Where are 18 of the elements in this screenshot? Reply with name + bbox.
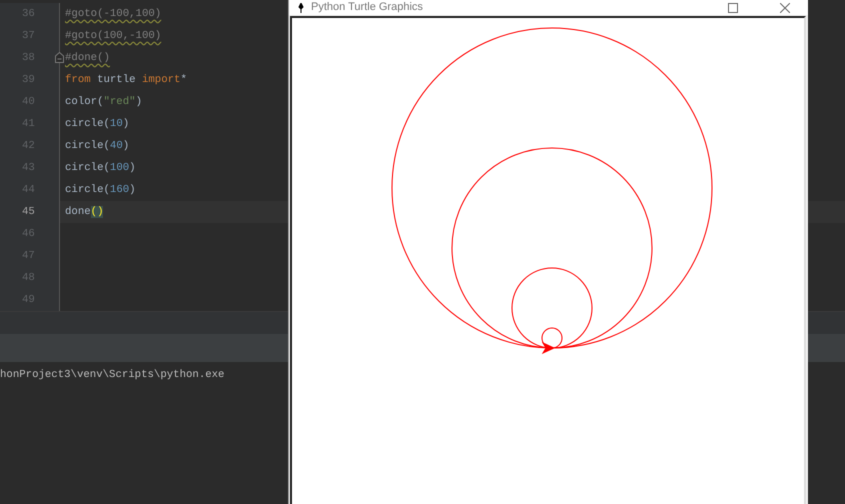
code-line: #goto(-100,100) xyxy=(65,6,162,22)
console-output: honProject3\venv\Scripts\python.exe xyxy=(0,368,224,383)
close-icon[interactable] xyxy=(780,2,790,12)
code-line: circle(100) xyxy=(65,160,136,176)
run-panel-header xyxy=(808,334,845,362)
feather-icon xyxy=(297,2,305,12)
code-line: circle(160) xyxy=(65,182,136,198)
window-title: Python Turtle Graphics xyxy=(311,2,423,13)
code-line: #done() xyxy=(65,50,110,66)
code-line: circle(40) xyxy=(65,138,130,154)
code-line: color("red") xyxy=(65,94,142,110)
code-line: done() xyxy=(65,204,104,220)
fold-icon[interactable] xyxy=(55,52,64,63)
line-number: 45 xyxy=(22,204,35,220)
maximize-icon[interactable] xyxy=(728,2,738,12)
code-line: from turtle import* xyxy=(65,72,187,88)
code-line: circle(10) xyxy=(65,116,130,132)
code-line: #goto(100,-100) xyxy=(65,28,162,44)
